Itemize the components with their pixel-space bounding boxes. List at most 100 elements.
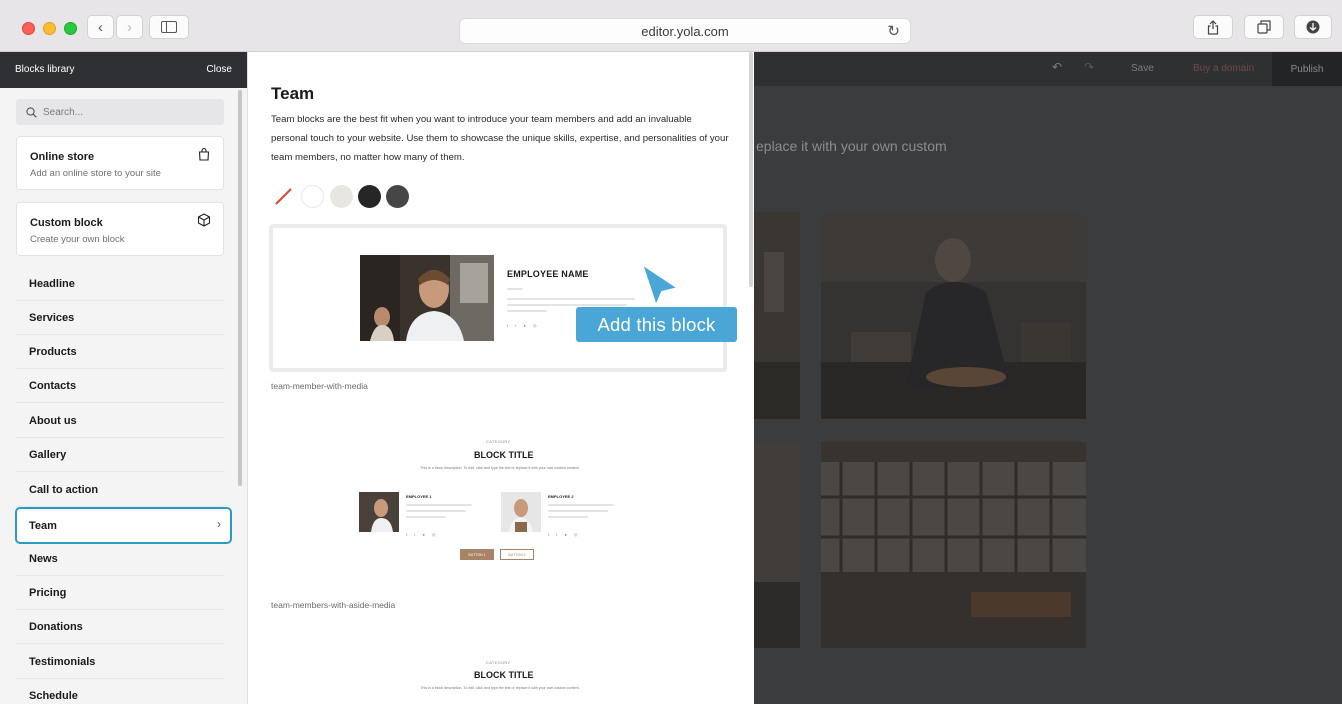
preview-description: This is a block description. To edit, cl… [420, 686, 580, 690]
swatch-beige[interactable] [330, 185, 353, 208]
custom-block-card[interactable]: Custom block Create your own block [16, 202, 224, 256]
background-text: eplace it with your own custom [756, 138, 947, 154]
close-button[interactable]: Close [206, 64, 232, 75]
position-line [507, 288, 523, 290]
preview-category: CATEGORY [486, 660, 511, 665]
buy-domain-button[interactable]: Buy a domain [1193, 63, 1254, 74]
editor-toolbar: ↶ ↷ Save Buy a domain Publish [754, 52, 1342, 86]
chevron-right-icon: › [127, 18, 132, 36]
sidebar-item-label: Services [29, 311, 75, 324]
sidebar-item-label: Donations [29, 620, 83, 633]
browser-chrome: ‹ › editor.yola.com ↻ [0, 0, 1342, 52]
preview-description: This is a block description. To edit, cl… [420, 466, 580, 470]
swatch-dark-gray[interactable] [386, 185, 409, 208]
redo-icon[interactable]: ↷ [1084, 60, 1094, 74]
cube-icon [197, 213, 211, 227]
employee-name: EMPLOYEE NAME [507, 269, 589, 279]
team-blocks-panel: Team Team blocks are the best fit when y… [248, 52, 754, 704]
search-placeholder: Search... [43, 106, 84, 118]
card-subtitle: Add an online store to your site [30, 168, 161, 179]
publish-button[interactable]: Publish [1272, 52, 1342, 86]
no-color-icon [275, 188, 292, 205]
preview-category: CATEGORY [486, 439, 511, 444]
minimize-window-button[interactable] [43, 22, 56, 35]
sidebar-item-team[interactable]: Team › [15, 507, 232, 544]
sidebar-toggle-button[interactable] [149, 15, 189, 39]
sidebar-item-donations[interactable]: Donations [16, 610, 224, 644]
search-icon [26, 106, 37, 118]
card-title: Online store [30, 151, 95, 163]
bio-line [507, 310, 547, 312]
preview-button-2: BUTTON 2 [500, 549, 534, 560]
sidebar-item-label: News [29, 552, 58, 565]
social-icons: f t ● ◎ [507, 323, 540, 328]
chevron-left-icon: ‹ [98, 18, 103, 36]
sidebar-item-pricing[interactable]: Pricing [16, 576, 224, 610]
sidebar-item-label: Headline [29, 277, 75, 290]
preview-block-title: BLOCK TITLE [474, 670, 534, 680]
sidebar-item-contacts[interactable]: Contacts [16, 369, 224, 403]
tabs-button[interactable] [1244, 15, 1284, 39]
tabs-icon [1257, 20, 1271, 34]
sidebar-item-products[interactable]: Products [16, 335, 224, 369]
add-block-tooltip[interactable]: Add this block [576, 307, 737, 342]
back-button[interactable]: ‹ [87, 15, 114, 39]
downloads-button[interactable] [1294, 15, 1332, 39]
undo-icon[interactable]: ↶ [1052, 60, 1062, 74]
background-photo-2 [754, 442, 800, 648]
preview-button-1: BUTTON 1 [460, 549, 494, 560]
save-button[interactable]: Save [1131, 63, 1154, 74]
bio-line [406, 510, 466, 512]
sidebar-item-news[interactable]: News [16, 542, 224, 576]
swatch-white[interactable] [301, 185, 324, 208]
employee-photo [360, 255, 494, 341]
cursor-arrow-icon [641, 263, 679, 307]
online-store-card[interactable]: Online store Add an online store to your… [16, 136, 224, 190]
swatch-none[interactable] [272, 185, 295, 208]
employee-2-photo [501, 492, 541, 532]
address-bar[interactable]: editor.yola.com ↻ [459, 18, 911, 44]
social-icons: f t ● ◎ [406, 532, 439, 537]
sidebar-item-label: Team [29, 519, 57, 532]
share-icon [1207, 19, 1219, 35]
background-photo [754, 212, 800, 419]
maximize-window-button[interactable] [64, 22, 77, 35]
swatch-black[interactable] [358, 185, 381, 208]
social-icons: f t ● ◎ [548, 532, 581, 537]
publish-label: Publish [1290, 63, 1324, 75]
bio-line [406, 504, 472, 506]
search-input[interactable]: Search... [16, 99, 224, 125]
shopping-bag-icon [198, 147, 210, 161]
close-window-button[interactable] [22, 22, 35, 35]
panel-scrollbar[interactable] [749, 52, 753, 287]
chevron-right-icon: › [217, 517, 221, 531]
forward-button[interactable]: › [116, 15, 143, 39]
sidebar-item-label: Gallery [29, 448, 67, 461]
preview-block-title: BLOCK TITLE [474, 450, 534, 460]
sidebar-item-headline[interactable]: Headline [16, 267, 224, 301]
panel-title: Team [271, 84, 315, 103]
sidebar-item-gallery[interactable]: Gallery [16, 438, 224, 472]
blocks-library-sidebar: Blocks library Close Search... Online st… [0, 52, 248, 704]
sidebar-item-label: Contacts [29, 379, 77, 392]
download-icon [1306, 20, 1320, 34]
sidebar-item-about-us[interactable]: About us [16, 404, 224, 438]
sidebar-item-testimonials[interactable]: Testimonials [16, 645, 224, 679]
sidebar-item-label: Pricing [29, 586, 67, 599]
sidebar-header: Blocks library Close [0, 52, 247, 88]
bio-line [548, 510, 608, 512]
sidebar-title: Blocks library [15, 64, 75, 75]
block-caption: team-member-with-media [271, 381, 368, 391]
bio-line [507, 298, 635, 300]
sidebar-item-schedule[interactable]: Schedule [16, 679, 224, 704]
bio-line [507, 304, 627, 306]
panel-description: Team blocks are the best fit when you wa… [271, 114, 729, 163]
share-button[interactable] [1193, 15, 1233, 39]
sidebar-item-label: Products [29, 345, 77, 358]
sidebar-item-services[interactable]: Services [16, 301, 224, 335]
block-caption: team-members-with-aside-media [271, 600, 396, 610]
sidebar-scrollbar[interactable] [238, 90, 242, 486]
tooltip-label: Add this block [597, 313, 716, 335]
reload-icon[interactable]: ↻ [887, 22, 900, 40]
sidebar-item-call-to-action[interactable]: Call to action [16, 473, 224, 507]
